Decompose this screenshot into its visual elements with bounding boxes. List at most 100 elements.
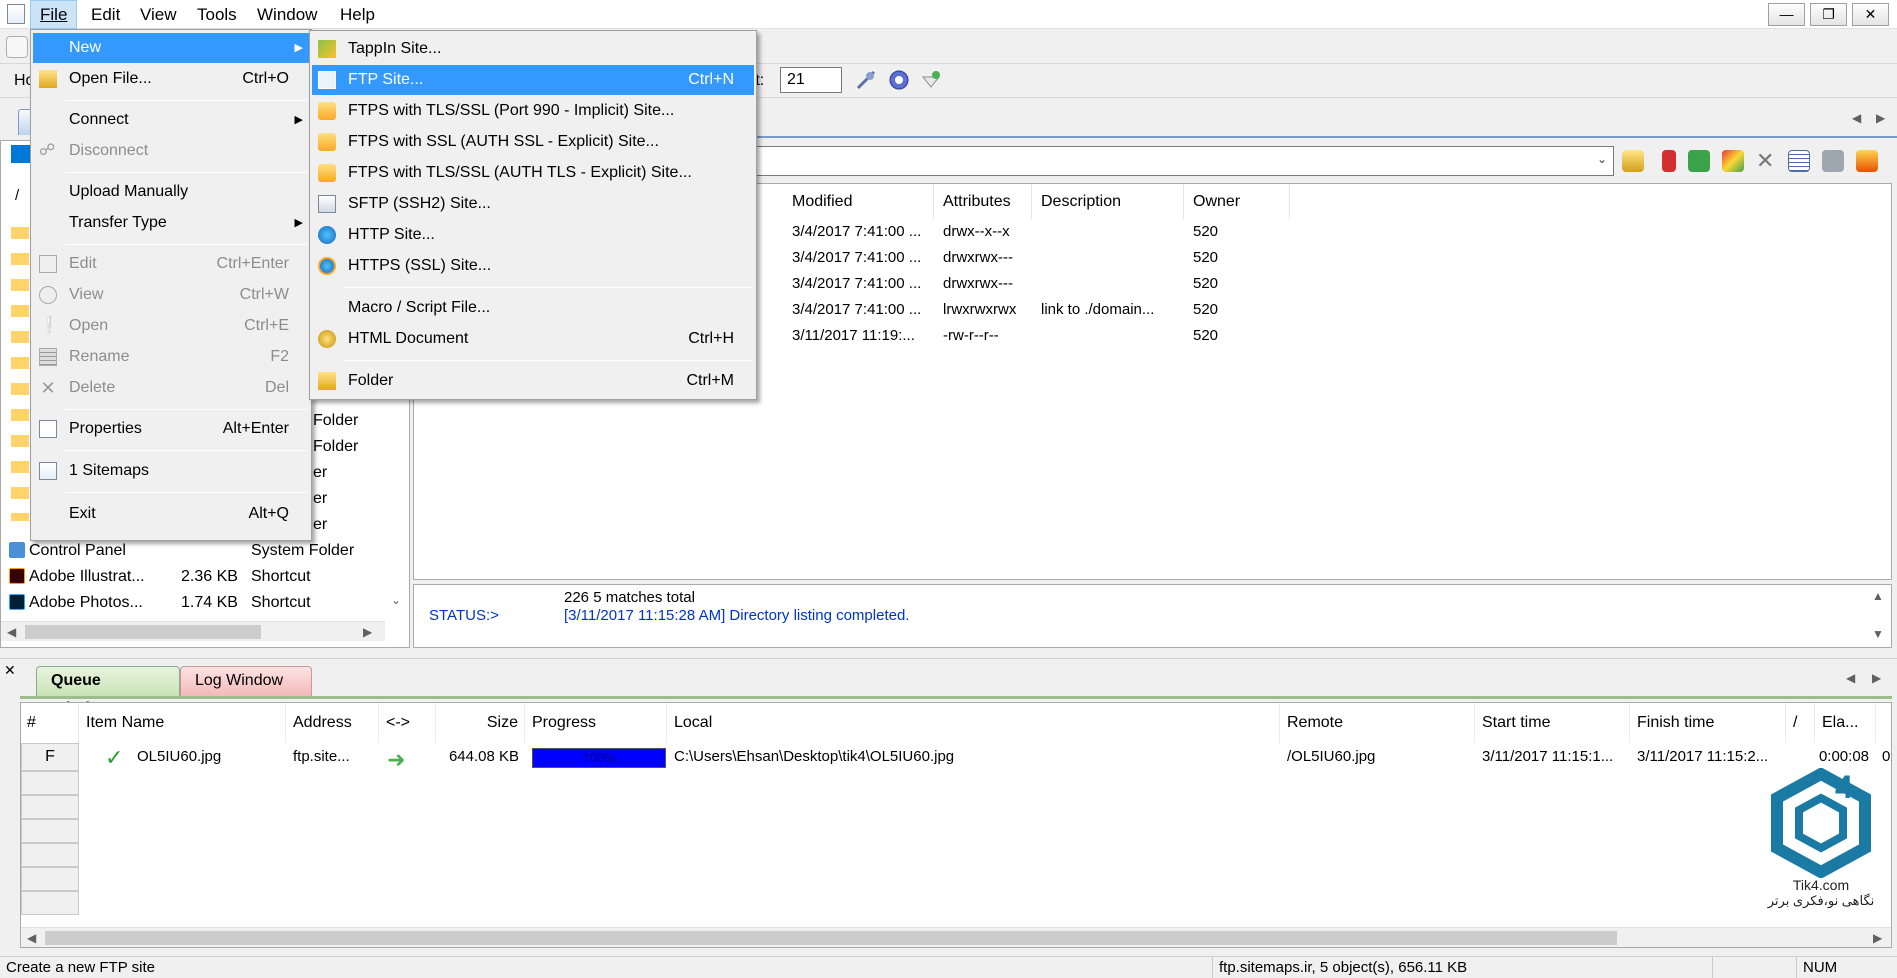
scroll-up-icon[interactable]: ▲	[1872, 589, 1884, 603]
menu-item-properties[interactable]: Properties Alt+Enter	[33, 414, 309, 444]
cell-modified[interactable]: 3/4/2017 7:41:00 ...	[784, 297, 934, 323]
menu-item-disconnect[interactable]: ☍ Disconnect	[33, 136, 309, 166]
menu-file[interactable]: File	[30, 0, 78, 29]
cell-modified[interactable]: 3/4/2017 7:41:00 ...	[784, 271, 934, 297]
menu-item-tappin-site[interactable]: TappIn Site...	[312, 34, 754, 64]
menu-item-edit[interactable]: Edit Ctrl+Enter	[33, 249, 309, 279]
app-icon[interactable]	[7, 4, 25, 24]
restore-button[interactable]: ❐	[1810, 3, 1847, 26]
menu-item-https-site[interactable]: HTTPS (SSL) Site...	[312, 251, 754, 281]
close-panel-icon[interactable]: ✕	[4, 662, 16, 679]
cell-owner[interactable]: 520	[1185, 297, 1290, 323]
menu-view[interactable]: View	[131, 0, 186, 29]
new-folder-icon[interactable]	[1722, 150, 1744, 172]
cell-modified[interactable]: 3/4/2017 7:41:00 ...	[784, 245, 934, 271]
close-window-button[interactable]: ✕	[1852, 3, 1889, 26]
cell-owner[interactable]: 520	[1185, 323, 1290, 349]
parent-folder-icon[interactable]	[1622, 150, 1644, 172]
cell-owner[interactable]: 520	[1185, 271, 1290, 297]
menu-item-macro-script[interactable]: Macro / Script File...	[312, 293, 754, 323]
cell-attributes[interactable]: drwxrwx---	[935, 271, 1032, 297]
menu-item-rename[interactable]: Rename F2	[33, 342, 309, 372]
tab-queue-window[interactable]: Queue Window	[36, 666, 180, 717]
port-input[interactable]: 21	[780, 67, 842, 93]
cell-description[interactable]: link to ./domain...	[1033, 297, 1184, 323]
tab-scroll-right-icon[interactable]: ▶	[1876, 111, 1885, 125]
cell-modified[interactable]: 3/11/2017 11:19:...	[784, 323, 934, 349]
queue-item-name[interactable]: OL5IU60.jpg	[131, 743, 286, 771]
menu-item-ftp-site[interactable]: FTP Site... Ctrl+N	[312, 65, 754, 95]
scroll-left-icon[interactable]: ◀	[7, 625, 16, 639]
scroll-right-icon[interactable]: ▶	[363, 625, 372, 639]
queue-size[interactable]: 644.08 KB	[437, 743, 525, 771]
bookmark-icon[interactable]	[1662, 150, 1676, 172]
column-header-item-name[interactable]: Item Name	[80, 703, 286, 743]
menu-item-connect[interactable]: Connect ▶	[33, 105, 309, 135]
cell-attributes[interactable]: lrwxrwxrwx	[935, 297, 1032, 323]
list-item[interactable]: Adobe Illustrat...	[9, 565, 145, 589]
menu-item-ftps-auth-ssl[interactable]: FTPS with SSL (AUTH SSL - Explicit) Site…	[312, 127, 754, 157]
menu-item-view[interactable]: View Ctrl+W	[33, 280, 309, 310]
tab-log-window[interactable]: Log Window	[180, 666, 312, 696]
cell-attributes[interactable]: drwx--x--x	[935, 219, 1032, 245]
menu-item-folder[interactable]: Folder Ctrl+M	[312, 366, 754, 396]
queue-local-path[interactable]: C:\Users\Ehsan\Desktop\tik4\OL5IU60.jpg	[668, 743, 1280, 771]
tab-scroll-left-icon[interactable]: ◀	[1846, 671, 1855, 685]
queue-elapsed[interactable]: 0:00:08	[1787, 743, 1875, 771]
menu-item-upload-manually[interactable]: Upload Manually	[33, 177, 309, 207]
list-item[interactable]: Control Panel	[9, 539, 126, 563]
menu-item-ftps-auth-tls[interactable]: FTPS with TLS/SSL (AUTH TLS - Explicit) …	[312, 158, 754, 188]
toolbar-overflow-icon[interactable]	[6, 36, 28, 58]
menu-item-sftp-site[interactable]: SFTP (SSH2) Site...	[312, 189, 754, 219]
menu-item-recent-sitemaps[interactable]: 1 Sitemaps	[33, 456, 309, 486]
menu-item-exit[interactable]: Exit Alt+Q	[33, 499, 309, 529]
cell-attributes[interactable]: drwxrwx---	[935, 245, 1032, 271]
minimize-button[interactable]: —	[1768, 3, 1805, 26]
row-header[interactable]	[21, 867, 79, 891]
column-header-size[interactable]: Size	[437, 703, 525, 743]
refresh-icon[interactable]	[1688, 150, 1710, 172]
column-header-direction[interactable]: <->	[380, 703, 436, 743]
cell-owner[interactable]: 520	[1185, 219, 1290, 245]
menu-edit[interactable]: Edit	[82, 0, 129, 29]
details-view-icon[interactable]	[1788, 150, 1810, 172]
queue-remote-path[interactable]: /OL5IU60.jpg	[1281, 743, 1475, 771]
column-header-description[interactable]: Description	[1033, 184, 1184, 219]
row-header[interactable]	[21, 819, 79, 843]
menu-window[interactable]: Window	[248, 0, 326, 29]
globe-icon[interactable]	[888, 69, 910, 91]
delete-icon[interactable]: ✕	[1756, 148, 1774, 174]
queue-hscroll[interactable]: ◀ ▶	[21, 927, 1891, 947]
queue-extra-col[interactable]: 0:	[1876, 743, 1892, 771]
column-header-finish-time[interactable]: Finish time	[1631, 703, 1786, 743]
cell-modified[interactable]: 3/4/2017 7:41:00 ...	[784, 219, 934, 245]
properties-icon[interactable]	[1856, 150, 1878, 172]
scroll-down-icon[interactable]: ▼	[1872, 627, 1884, 641]
column-header-local[interactable]: Local	[668, 703, 1280, 743]
menu-item-http-site[interactable]: HTTP Site...	[312, 220, 754, 250]
menu-item-delete[interactable]: ✕ Delete Del	[33, 373, 309, 403]
menu-item-open-file[interactable]: Open File... Ctrl+O	[33, 64, 309, 94]
menu-item-ftps-implicit[interactable]: FTPS with TLS/SSL (Port 990 - Implicit) …	[312, 96, 754, 126]
scroll-right-icon[interactable]: ▶	[1873, 931, 1882, 945]
list-item-partial[interactable]: er	[313, 487, 327, 511]
list-item[interactable]: Adobe Photos...	[9, 591, 143, 615]
row-header[interactable]	[21, 891, 79, 915]
menu-item-html-document[interactable]: HTML Document Ctrl+H	[312, 324, 754, 354]
row-header[interactable]: F	[21, 743, 79, 771]
menu-tools[interactable]: Tools	[188, 0, 246, 29]
connect-plug-icon[interactable]	[855, 69, 877, 91]
tab-scroll-left-icon[interactable]: ◀	[1852, 111, 1861, 125]
tab-scroll-right-icon[interactable]: ▶	[1872, 671, 1881, 685]
left-vscroll[interactable]: ⌄	[385, 571, 409, 611]
menu-item-new[interactable]: New ▶	[33, 33, 309, 63]
queue-finish-time[interactable]: 3/11/2017 11:15:2...	[1631, 743, 1786, 771]
menu-help[interactable]: Help	[331, 0, 384, 29]
chevron-down-icon[interactable]: ⌄	[1597, 152, 1607, 166]
scroll-thumb[interactable]	[25, 625, 261, 639]
column-header-address[interactable]: Address	[287, 703, 379, 743]
row-header[interactable]	[21, 843, 79, 867]
left-hscroll[interactable]: ◀ ▶	[1, 621, 385, 641]
column-header-start-time[interactable]: Start time	[1476, 703, 1630, 743]
quick-connect-icon[interactable]	[920, 69, 942, 91]
